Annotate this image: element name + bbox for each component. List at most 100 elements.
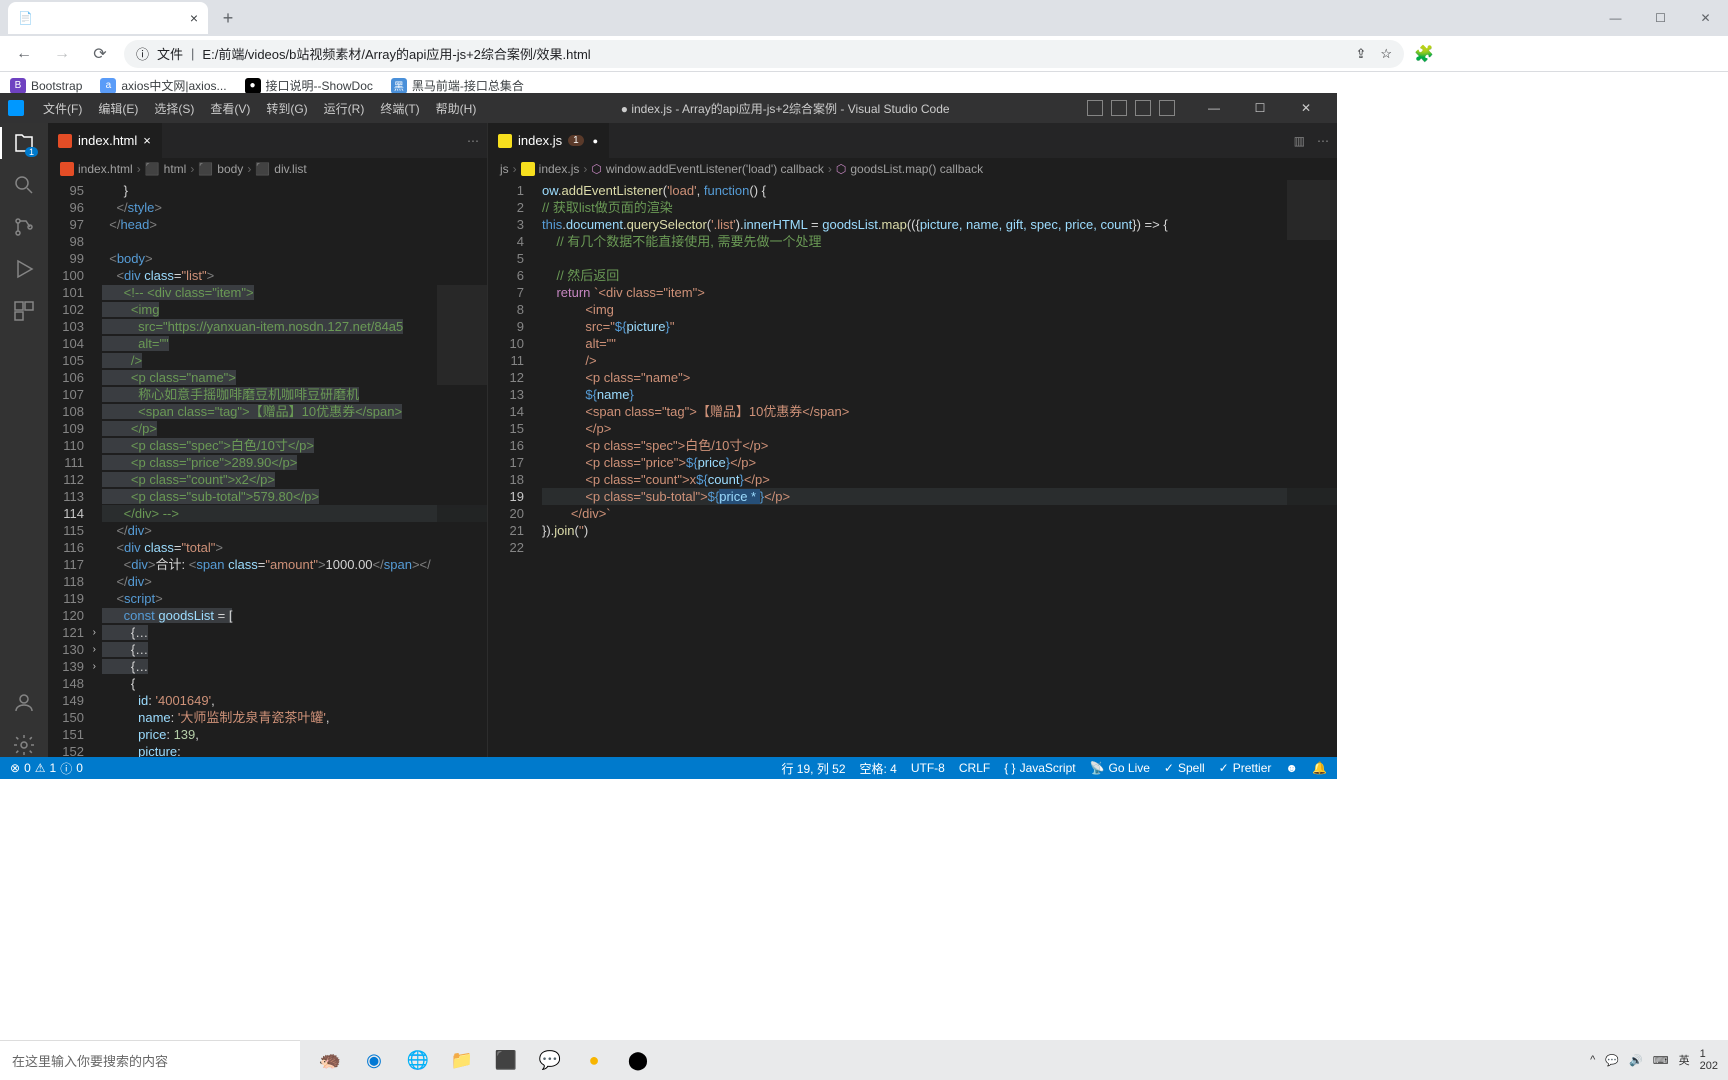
vscode-window: 文件(F) 编辑(E) 选择(S) 查看(V) 转到(G) 运行(R) 终端(T…: [0, 93, 1337, 779]
bookmark-label: axios中文网|axios...: [121, 77, 226, 94]
split-icon[interactable]: ▥: [1294, 134, 1305, 148]
tray-volume-icon[interactable]: 🔊: [1629, 1054, 1643, 1067]
menu-go[interactable]: 转到(G): [259, 96, 314, 121]
bookmark-icon: ●: [245, 78, 261, 94]
tray-wechat-icon[interactable]: 💬: [1605, 1054, 1619, 1067]
more-icon[interactable]: ⋯: [1317, 134, 1329, 148]
info-icon: ⓘ: [60, 760, 72, 777]
new-tab-button[interactable]: +: [214, 4, 242, 32]
tab-index-html[interactable]: index.html ×: [48, 123, 162, 158]
close-icon[interactable]: ✕: [1283, 93, 1329, 123]
bookmark-item[interactable]: a axios中文网|axios...: [100, 77, 226, 94]
breadcrumb[interactable]: index.html › ⬛html › ⬛body › ⬛div.list: [48, 158, 487, 180]
error-icon: ⊗: [10, 761, 20, 775]
bell-icon[interactable]: 🔔: [1312, 761, 1327, 775]
minimize-icon[interactable]: —: [1593, 3, 1638, 33]
tray-ime-icon[interactable]: ⌨: [1653, 1054, 1669, 1067]
editor-pane-left: index.html × ⋯ index.html › ⬛html › ⬛bod…: [48, 123, 488, 757]
code-editor[interactable]: 9596979899100101102103104105106107108109…: [48, 180, 487, 757]
tab-badge: 1: [568, 135, 584, 146]
taskbar-search[interactable]: 在这里输入你要搜索的内容: [0, 1040, 300, 1080]
editor-pane-right: index.js 1 ● ▥ ⋯ js › index.js › ⬡window: [488, 123, 1337, 757]
code-content[interactable]: } </style> </head> <body> <div class="li…: [98, 180, 487, 757]
extensions-icon[interactable]: [12, 299, 36, 323]
activity-bar: 1: [0, 123, 48, 757]
search-icon[interactable]: [12, 173, 36, 197]
gear-icon[interactable]: [12, 733, 36, 757]
browser-tab-strip: 📄 × + — ☐ ✕: [0, 0, 1728, 36]
bookmark-label: 黑马前端-接口总集合: [412, 77, 524, 94]
feedback-icon[interactable]: ☻: [1285, 761, 1298, 775]
eol[interactable]: CRLF: [959, 761, 990, 775]
menu-selection[interactable]: 选择(S): [147, 96, 201, 121]
close-icon[interactable]: ×: [143, 133, 151, 148]
spell-check[interactable]: ✓ Spell: [1164, 761, 1205, 775]
layout-icon[interactable]: [1135, 100, 1151, 116]
close-icon[interactable]: ×: [190, 10, 198, 26]
bookmark-icon: 黑: [391, 78, 407, 94]
js-file-icon: [521, 162, 535, 176]
maximize-icon[interactable]: ☐: [1638, 3, 1683, 33]
bookmark-item[interactable]: 黑 黑马前端-接口总集合: [391, 77, 524, 94]
maximize-icon[interactable]: ☐: [1237, 93, 1283, 123]
address-bar: ← → ⟳ ⓘ 文件 | E:/前端/videos/b站视频素材/Array的a…: [0, 36, 1728, 72]
code-editor[interactable]: 12345678910111213141516171819202122 ow.a…: [488, 180, 1337, 757]
tab-index-js[interactable]: index.js 1 ●: [488, 123, 609, 158]
menu-terminal[interactable]: 终端(T): [373, 96, 426, 121]
account-icon[interactable]: [12, 691, 36, 715]
minimap[interactable]: [1287, 180, 1337, 757]
forward-button[interactable]: →: [48, 40, 76, 68]
run-debug-icon[interactable]: [12, 257, 36, 281]
taskbar-chrome-icon[interactable]: 🌐: [398, 1040, 438, 1080]
problems-status[interactable]: ⊗0 ⚠1 ⓘ0: [10, 760, 83, 777]
window-title: ● index.js - Array的api应用-js+2综合案例 - Visu…: [487, 100, 1083, 117]
layout-icon[interactable]: [1159, 100, 1175, 116]
taskbar-vscode-icon[interactable]: ⬛: [486, 1040, 526, 1080]
modified-icon: ●: [593, 136, 598, 146]
url-field[interactable]: ⓘ 文件 | E:/前端/videos/b站视频素材/Array的api应用-j…: [124, 40, 1404, 68]
code-content[interactable]: ow.addEventListener('load', function() {…: [538, 180, 1337, 757]
layout-icon[interactable]: [1111, 100, 1127, 116]
minimize-icon[interactable]: —: [1191, 93, 1237, 123]
go-live[interactable]: 📡 Go Live: [1090, 761, 1150, 775]
prettier[interactable]: ✓ Prettier: [1219, 761, 1272, 775]
layout-controls[interactable]: [1087, 100, 1175, 116]
bookmark-icon: a: [100, 78, 116, 94]
minimap[interactable]: [437, 180, 487, 757]
menu-edit[interactable]: 编辑(E): [91, 96, 145, 121]
menu-view[interactable]: 查看(V): [203, 96, 257, 121]
close-icon[interactable]: ✕: [1683, 3, 1728, 33]
encoding[interactable]: UTF-8: [911, 761, 945, 775]
extensions-icon[interactable]: 🧩: [1414, 44, 1434, 64]
browser-tab[interactable]: 📄 ×: [8, 2, 208, 34]
source-control-icon[interactable]: [12, 215, 36, 239]
bookmark-item[interactable]: ● 接口说明--ShowDoc: [245, 77, 373, 94]
layout-icon[interactable]: [1087, 100, 1103, 116]
bookmark-item[interactable]: B Bootstrap: [10, 78, 82, 94]
taskbar-app-icon[interactable]: 🦔: [310, 1040, 350, 1080]
taskbar-app-icon[interactable]: ⬤: [618, 1040, 658, 1080]
taskbar-explorer-icon[interactable]: 📁: [442, 1040, 482, 1080]
bookmark-label: Bootstrap: [31, 79, 82, 93]
language-mode[interactable]: { } JavaScript: [1004, 761, 1075, 775]
back-button[interactable]: ←: [10, 40, 38, 68]
tray-clock[interactable]: 1202: [1700, 1048, 1718, 1072]
tray-chevron-icon[interactable]: ^: [1590, 1054, 1595, 1066]
taskbar-app-icon[interactable]: ●: [574, 1040, 614, 1080]
menu-help[interactable]: 帮助(H): [429, 96, 484, 121]
tab-label: index.js: [518, 133, 562, 148]
cursor-position[interactable]: 行 19, 列 52: [781, 760, 845, 777]
taskbar-edge-icon[interactable]: ◉: [354, 1040, 394, 1080]
taskbar-wechat-icon[interactable]: 💬: [530, 1040, 570, 1080]
star-icon[interactable]: ☆: [1380, 46, 1392, 62]
share-icon[interactable]: ⇪: [1355, 46, 1366, 62]
menu-file[interactable]: 文件(F): [36, 96, 89, 121]
more-icon[interactable]: ⋯: [467, 134, 479, 148]
tray-ime-lang[interactable]: 英: [1679, 1052, 1690, 1068]
breadcrumb[interactable]: js › index.js › ⬡window.addEventListener…: [488, 158, 1337, 180]
indentation[interactable]: 空格: 4: [860, 760, 897, 777]
explorer-icon[interactable]: 1: [12, 131, 36, 155]
bookmark-icon: B: [10, 78, 26, 94]
menu-run[interactable]: 运行(R): [317, 96, 372, 121]
reload-button[interactable]: ⟳: [86, 40, 114, 68]
